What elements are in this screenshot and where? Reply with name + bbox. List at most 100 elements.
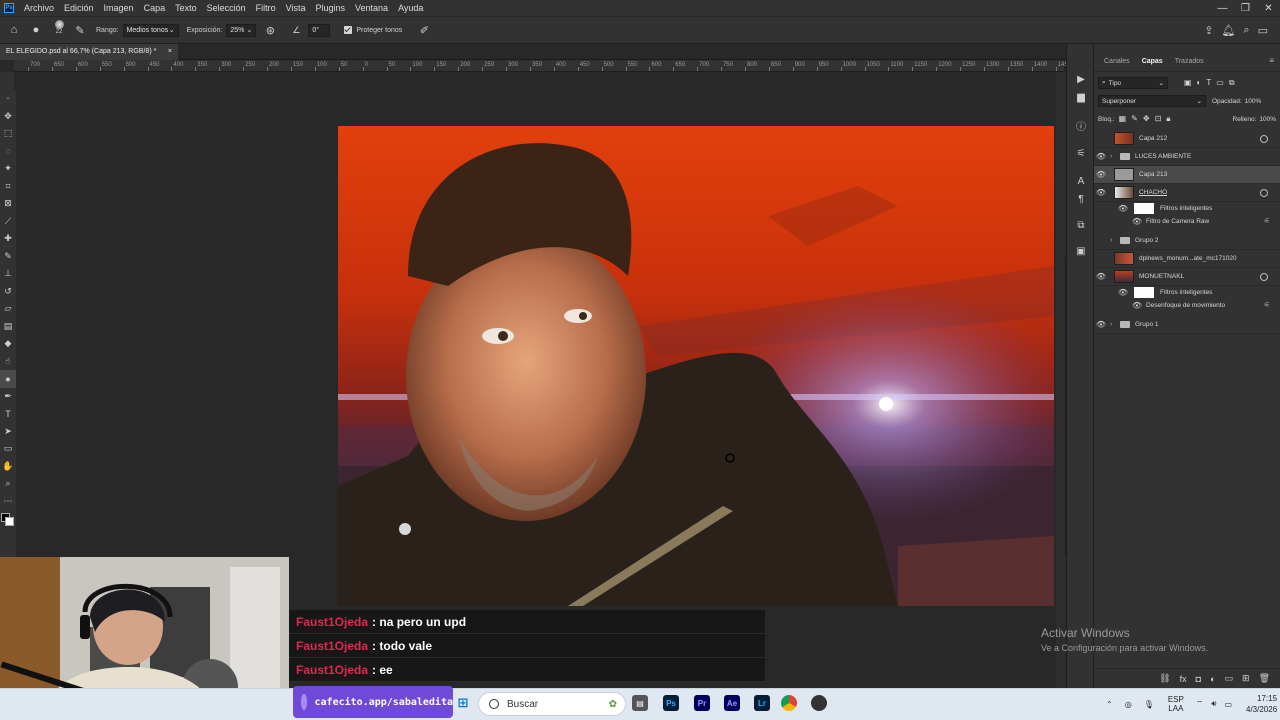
visibility-eye-icon[interactable]: 👁︎	[1094, 188, 1108, 197]
more-tools-icon[interactable]: ⋯	[0, 493, 16, 511]
play-action-icon[interactable]: ▶	[1067, 70, 1095, 88]
menu-ventana[interactable]: Ventana	[350, 3, 393, 13]
burn-tool-icon[interactable]: ●	[0, 370, 16, 388]
layer-style-icon[interactable]: fx	[1180, 674, 1187, 684]
layer-group-row[interactable]: › Grupo 2	[1094, 232, 1280, 250]
pen-tool-icon[interactable]: ✒	[0, 388, 16, 406]
new-group-icon[interactable]: ▭	[1225, 673, 1234, 684]
add-mask-icon[interactable]: ◘	[1196, 674, 1201, 684]
document-tab[interactable]: EL ELEGIDO.psd al 66,7% (Capa 213, RGB/8…	[0, 44, 178, 60]
visibility-eye-icon[interactable]: 👁︎	[1130, 217, 1144, 226]
tab-canales[interactable]: Canales	[1098, 58, 1136, 71]
background-color-icon[interactable]	[5, 517, 14, 526]
close-window-button[interactable]: ✕	[1257, 3, 1280, 14]
document-canvas[interactable]	[338, 126, 1054, 606]
layer-group-row[interactable]: 👁︎ › Grupo 1	[1094, 316, 1280, 334]
move-tool-icon[interactable]: ✥	[0, 108, 16, 126]
network-icon[interactable]: ◎	[1125, 700, 1132, 709]
home-icon[interactable]: ⌂	[6, 22, 22, 38]
burn-tool-preset-icon[interactable]: ●	[28, 22, 44, 38]
fill-value[interactable]: 100%	[1259, 116, 1276, 123]
menu-ayuda[interactable]: Ayuda	[393, 3, 428, 13]
link-layers-icon[interactable]: ⛓	[1159, 673, 1170, 684]
stamp-tool-icon[interactable]: ⊥	[0, 265, 16, 283]
minimize-button[interactable]: —	[1211, 3, 1234, 14]
menu-archivo[interactable]: Archivo	[19, 3, 59, 13]
smudge-tool-icon[interactable]: ☝	[0, 353, 16, 371]
delete-layer-icon[interactable]: 🗑︎	[1259, 673, 1270, 684]
rectangle-tool-icon[interactable]: ▭	[0, 440, 16, 458]
smart-filter-row[interactable]: 👁︎ Filtro de Camera Raw ⚟	[1094, 215, 1280, 228]
info-icon[interactable]: ⓘ	[1067, 116, 1095, 134]
toolbox-grip-icon[interactable]: »	[0, 90, 16, 108]
path-selection-tool-icon[interactable]: ➤	[0, 423, 16, 441]
taskbar-search[interactable]: Buscar ✿	[478, 692, 626, 716]
adjustment-layer-icon[interactable]: ◐	[1210, 674, 1215, 684]
visibility-eye-icon[interactable]: 👁︎	[1130, 301, 1144, 310]
lock-options-icons[interactable]: ▦✎✥⊡🔒︎	[1119, 114, 1176, 124]
windows-start-icon[interactable]: ⊞	[455, 695, 471, 711]
hand-tool-icon[interactable]: ✋	[0, 458, 16, 476]
range-select[interactable]: Medios tonos ⌄	[122, 23, 179, 37]
brush-settings-icon[interactable]: ✎	[72, 22, 88, 38]
brush-size-picker[interactable]: 22	[52, 19, 66, 41]
visibility-eye-icon[interactable]: 👁︎	[1094, 272, 1108, 281]
smart-filters-row[interactable]: 👁︎ Filtros inteligentes	[1094, 286, 1280, 299]
protect-tones-checkbox[interactable]	[344, 26, 353, 34]
task-view-icon[interactable]: ▤	[632, 695, 648, 711]
new-layer-icon[interactable]: ⊞	[1242, 673, 1250, 684]
chevron-right-icon[interactable]: ›	[1110, 321, 1118, 328]
filter-options-icon[interactable]: ⚟	[1264, 301, 1270, 309]
microphone-icon[interactable]: 🎙︎	[1144, 700, 1154, 709]
layer-group-row[interactable]: 👁︎ › LUCES AMBIENTE	[1094, 148, 1280, 166]
layer-kind-filter[interactable]: ⌕ Tipo ⌄	[1098, 77, 1168, 89]
menu-seleccion[interactable]: Selección	[202, 3, 251, 13]
panel-menu-icon[interactable]: ≡	[1263, 56, 1280, 71]
history-brush-tool-icon[interactable]: ↺	[0, 283, 16, 301]
obs-taskbar-icon[interactable]	[811, 695, 827, 711]
menu-edicion[interactable]: Edición	[59, 3, 99, 13]
close-tab-icon[interactable]: ×	[168, 44, 172, 60]
volume-icon[interactable]: 🔊︎	[1211, 699, 1216, 709]
wifi-icon[interactable]: ⌔	[1196, 699, 1204, 709]
menu-vista[interactable]: Vista	[281, 3, 311, 13]
premiere-taskbar-icon[interactable]: Pr	[694, 695, 710, 711]
menu-texto[interactable]: Texto	[170, 3, 202, 13]
language-indicator[interactable]: ESP LAA	[1168, 695, 1184, 713]
airbrush-icon[interactable]: ⊛	[262, 22, 278, 38]
marquee-tool-icon[interactable]: ⬚	[0, 125, 16, 143]
restore-button[interactable]: ❐	[1234, 3, 1257, 14]
layer-row[interactable]: 👁︎ MONUETNAKL	[1094, 268, 1280, 286]
visibility-eye-icon[interactable]: 👁︎	[1094, 320, 1108, 329]
photoshop-taskbar-icon[interactable]: Ps	[663, 695, 679, 711]
smart-filter-row[interactable]: 👁︎ Desenfoque de movimiento ⚟	[1094, 299, 1280, 312]
exposure-input[interactable]: 25% ⌄	[226, 23, 257, 37]
comments-icon[interactable]: ▆	[1067, 88, 1095, 106]
menu-plugins[interactable]: Plugins	[311, 3, 351, 13]
blur-tool-icon[interactable]: ◆	[0, 335, 16, 353]
quick-selection-tool-icon[interactable]: ✦	[0, 160, 16, 178]
healing-brush-tool-icon[interactable]: ✚	[0, 230, 16, 248]
opacity-value[interactable]: 100%	[1245, 98, 1262, 105]
visibility-eye-icon[interactable]: 👁︎	[1116, 288, 1130, 297]
filter-options-icon[interactable]: ⚟	[1264, 217, 1270, 225]
character-icon[interactable]: A	[1067, 172, 1095, 190]
workspace-icon[interactable]: ▭	[1258, 24, 1268, 37]
canvas-vertical-scrollbar[interactable]	[1056, 72, 1069, 688]
clock[interactable]: 17:15 4/3/2026	[1246, 693, 1277, 715]
eraser-tool-icon[interactable]: ▱	[0, 300, 16, 318]
pressure-size-icon[interactable]: ✐	[416, 22, 432, 38]
notifications-icon[interactable]: 🔔︎	[1221, 24, 1235, 37]
layer-row[interactable]: Capa 212	[1094, 130, 1280, 148]
eyedropper-tool-icon[interactable]: ⟋	[0, 213, 16, 231]
chrome-taskbar-icon[interactable]	[781, 695, 797, 711]
crop-tool-icon[interactable]: ⌗	[0, 178, 16, 196]
share-icon[interactable]: ⇪	[1204, 24, 1213, 37]
tab-capas[interactable]: Capas	[1136, 58, 1169, 71]
brush-tool-icon[interactable]: ✎	[0, 248, 16, 266]
battery-icon[interactable]: ▭	[1224, 700, 1232, 709]
blend-mode-select[interactable]: Superponer ⌄	[1098, 95, 1206, 107]
gradient-tool-icon[interactable]: ▤	[0, 318, 16, 336]
visibility-eye-icon[interactable]: 👁︎	[1094, 170, 1108, 179]
adjustments-icon[interactable]: ⚟	[1067, 144, 1095, 162]
